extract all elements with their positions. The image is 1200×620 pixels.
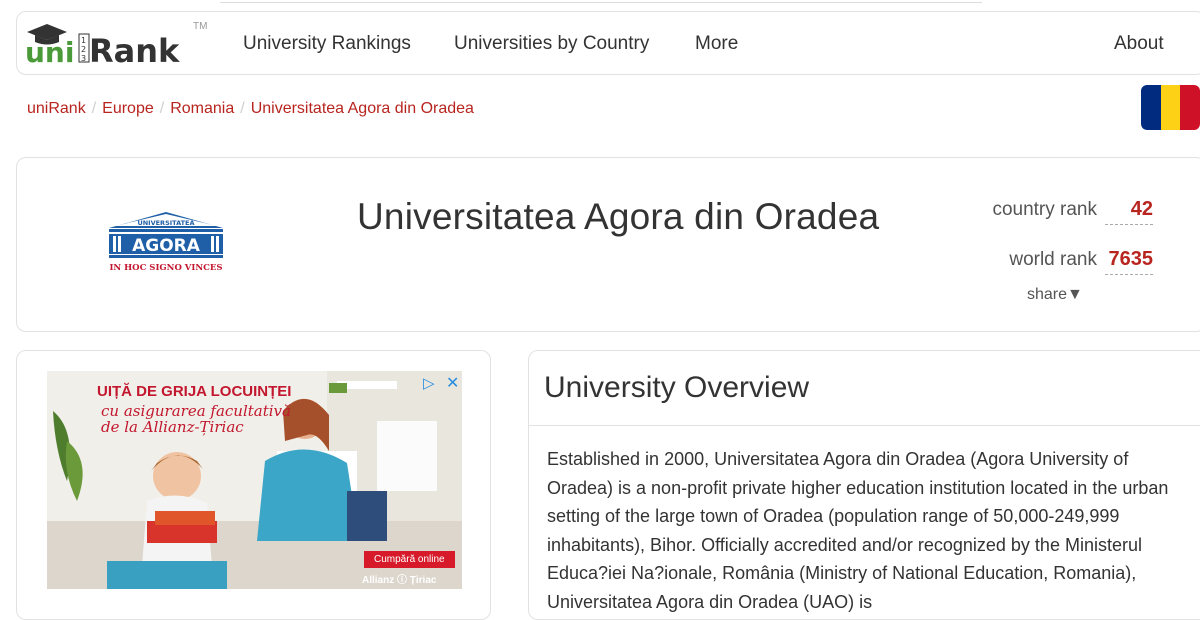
- world-rank-label: world rank: [1009, 249, 1097, 270]
- romania-flag-icon[interactable]: [1141, 85, 1200, 130]
- breadcrumb-europe[interactable]: Europe: [102, 100, 154, 117]
- country-rank: country rank 42: [992, 198, 1153, 225]
- close-icon[interactable]: ✕: [446, 373, 459, 393]
- world-rank: world rank 7635: [1009, 248, 1153, 275]
- svg-text:IN HOC SIGNO VINCES: IN HOC SIGNO VINCES: [109, 263, 222, 273]
- share-label: share: [1027, 286, 1068, 303]
- ad-subline-2: de la Allianz-Țiriac: [101, 418, 244, 436]
- svg-text:UNIVERSITATEA: UNIVERSITATEA: [137, 219, 194, 227]
- breadcrumb-university[interactable]: Universitatea Agora din Oradea: [251, 100, 474, 117]
- country-rank-value[interactable]: 42: [1105, 198, 1153, 225]
- overview-divider: [529, 425, 1200, 426]
- breadcrumb-romania[interactable]: Romania: [170, 100, 234, 117]
- university-logo: UNIVERSITATEA AGORA IN HOC SIGNO VINCES: [109, 212, 223, 273]
- svg-text:Rank: Rank: [89, 32, 180, 68]
- university-name: Universitatea Agora din Oradea: [357, 196, 880, 237]
- world-rank-value[interactable]: 7635: [1105, 248, 1153, 275]
- advertisement-card: UIȚĂ DE GRIJA LOCUINȚEI cu asigurarea fa…: [16, 350, 491, 620]
- ad-brand: Allianz ⓘ Țiriac: [362, 575, 437, 586]
- unirank-logo[interactable]: uni 1 2 3 Rank: [21, 20, 211, 68]
- svg-text:AGORA: AGORA: [132, 236, 201, 256]
- top-divider: [220, 2, 982, 3]
- ad-subline-1: cu asigurarea facultativă: [101, 402, 291, 420]
- overview-title: University Overview: [544, 371, 810, 404]
- svg-text:1: 1: [81, 36, 86, 45]
- caret-down-icon: ▼: [1067, 286, 1083, 303]
- overview-text: Established in 2000, Universitatea Agora…: [547, 449, 1169, 612]
- breadcrumb-unirank[interactable]: uniRank: [27, 100, 86, 117]
- top-navbar: uni 1 2 3 Rank TM University Rankings Un…: [16, 11, 1200, 75]
- share-button[interactable]: share▼: [1027, 286, 1083, 304]
- ad-headline: UIȚĂ DE GRIJA LOCUINȚEI: [97, 383, 292, 400]
- logo-trademark: TM: [193, 21, 208, 32]
- breadcrumb: uniRank / Europe / Romania / Universitatea Ago…: [27, 100, 474, 117]
- nav-more[interactable]: More: [695, 33, 738, 55]
- adchoices-icon[interactable]: ▷: [423, 374, 435, 392]
- university-header-card: UNIVERSITATEA AGORA IN HOC SIGNO VINCES …: [16, 157, 1200, 332]
- ad-cta-button[interactable]: Cumpără online: [364, 551, 455, 568]
- nav-universities-by-country[interactable]: Universities by Country: [454, 33, 649, 55]
- nav-about[interactable]: About: [1114, 33, 1164, 55]
- svg-text:3: 3: [81, 54, 86, 63]
- ad-banner[interactable]: UIȚĂ DE GRIJA LOCUINȚEI cu asigurarea fa…: [47, 371, 462, 589]
- svg-text:2: 2: [81, 45, 86, 54]
- university-overview-card: University Overview Established in 2000,…: [528, 350, 1200, 620]
- country-rank-label: country rank: [992, 199, 1097, 220]
- svg-text:uni: uni: [25, 36, 74, 68]
- nav-university-rankings[interactable]: University Rankings: [243, 33, 411, 55]
